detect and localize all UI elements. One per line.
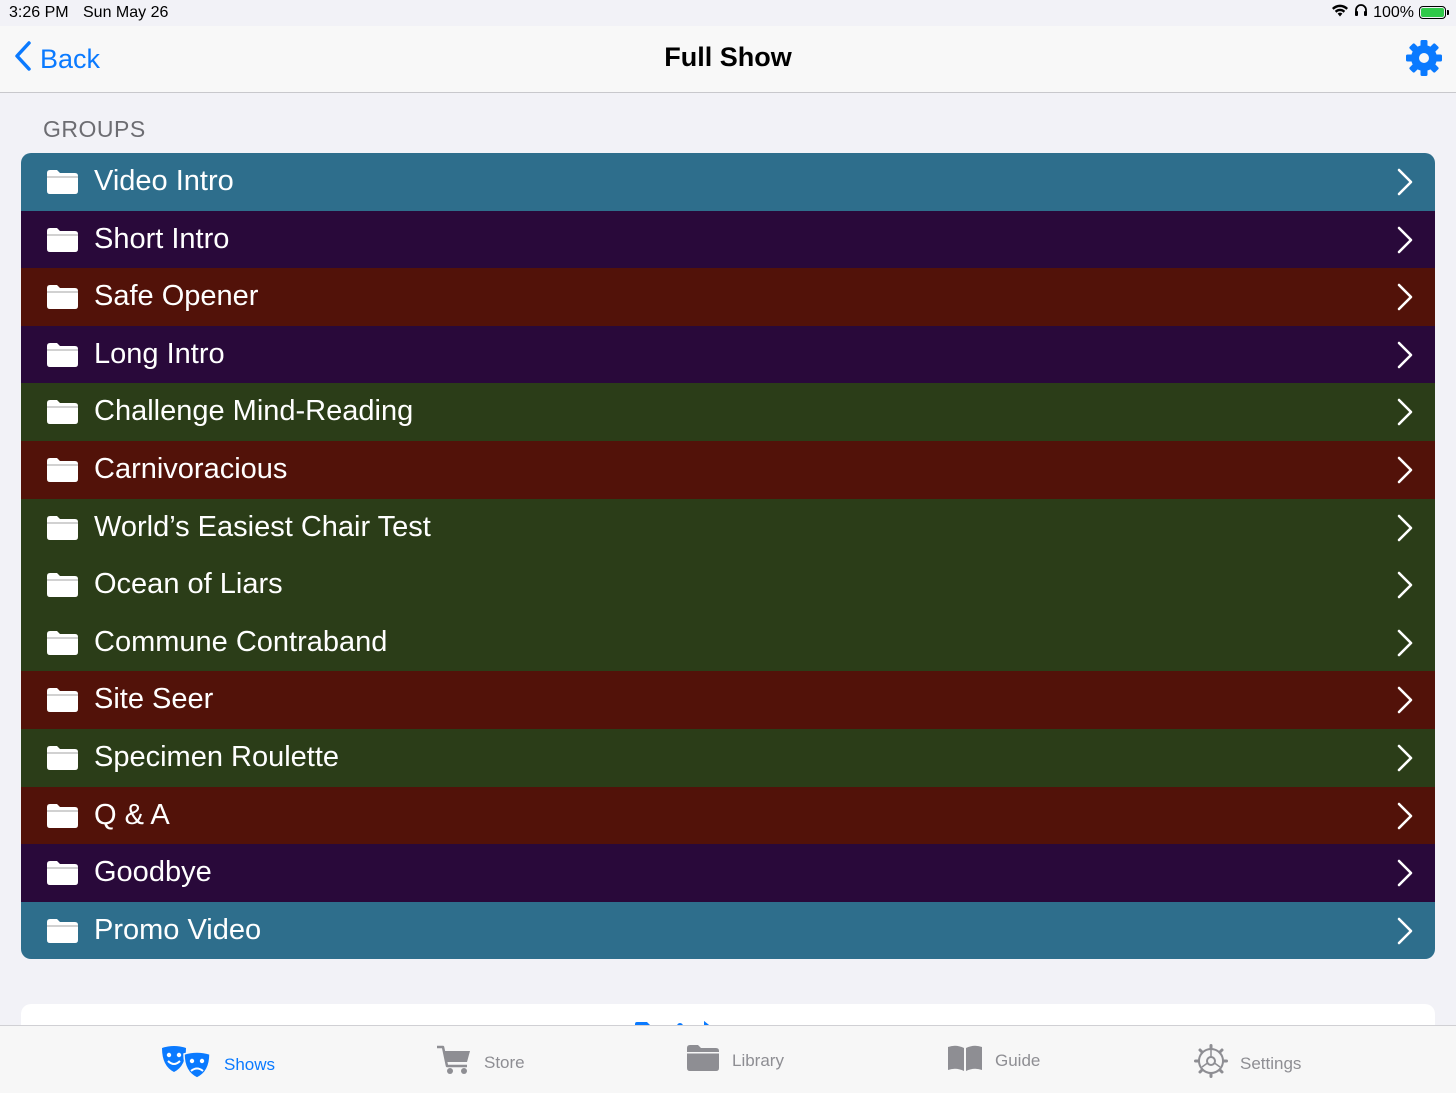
tab-shows[interactable]: Shows bbox=[160, 1044, 275, 1085]
group-row[interactable]: Challenge Mind-Reading bbox=[21, 383, 1435, 441]
folder-icon bbox=[45, 860, 79, 891]
chevron-right-icon bbox=[1395, 685, 1415, 720]
folder-icon bbox=[45, 457, 79, 488]
chevron-right-icon bbox=[1395, 628, 1415, 663]
folder-icon bbox=[45, 803, 79, 834]
folder-icon bbox=[45, 630, 79, 661]
group-label: Ocean of Liars bbox=[94, 568, 283, 601]
group-label: Q & A bbox=[94, 798, 170, 831]
tab-store[interactable]: Store bbox=[436, 1044, 525, 1081]
group-label: Long Intro bbox=[94, 337, 225, 370]
folder-icon bbox=[45, 918, 79, 949]
tab-label-store: Store bbox=[484, 1052, 525, 1072]
chevron-right-icon bbox=[1395, 916, 1415, 951]
group-label: Specimen Roulette bbox=[94, 740, 340, 773]
groups-list: Video Intro Short Intro Safe Opener Long… bbox=[21, 153, 1435, 960]
group-row[interactable]: Specimen Roulette bbox=[21, 728, 1435, 787]
group-row[interactable]: Goodbye bbox=[21, 844, 1435, 902]
page-title: Full Show bbox=[664, 42, 792, 72]
folder-icon bbox=[45, 687, 79, 718]
group-label: Challenge Mind-Reading bbox=[94, 395, 414, 428]
group-row[interactable]: Short Intro bbox=[21, 210, 1435, 269]
group-row[interactable]: Promo Video bbox=[21, 901, 1435, 960]
group-label: Carnivoracious bbox=[94, 452, 288, 485]
group-label: Goodbye bbox=[94, 856, 212, 889]
chevron-right-icon bbox=[1395, 858, 1415, 893]
group-row[interactable]: Site Seer bbox=[21, 671, 1435, 729]
group-label: Video Intro bbox=[94, 165, 234, 197]
battery-icon bbox=[1419, 6, 1449, 19]
chevron-right-icon bbox=[1395, 225, 1415, 260]
chevron-right-icon bbox=[1395, 397, 1415, 432]
group-label: World’s Easiest Chair Test bbox=[94, 510, 431, 543]
group-label: Promo Video bbox=[94, 913, 262, 946]
chevron-right-icon bbox=[1395, 743, 1415, 778]
group-row[interactable]: Commune Contraband bbox=[21, 613, 1435, 672]
navigation-bar: Back Full Show bbox=[0, 26, 1456, 93]
tab-label-library: Library bbox=[732, 1050, 784, 1070]
theater-masks-icon bbox=[160, 1044, 212, 1085]
book-icon bbox=[947, 1044, 983, 1077]
status-indicators: 100% bbox=[1331, 3, 1449, 22]
folder-icon bbox=[45, 284, 79, 315]
group-row[interactable]: Carnivoracious bbox=[21, 440, 1435, 499]
folder-icon bbox=[45, 572, 79, 603]
tab-label-shows: Shows bbox=[224, 1054, 276, 1074]
tab-guide[interactable]: Guide bbox=[947, 1044, 1040, 1077]
gear-icon bbox=[1194, 1044, 1228, 1083]
group-row[interactable]: Video Intro bbox=[21, 153, 1435, 211]
folder-icon bbox=[45, 227, 79, 258]
group-row[interactable]: Long Intro bbox=[21, 325, 1435, 384]
group-row[interactable]: Safe Opener bbox=[21, 268, 1435, 326]
section-header-groups: GROUPS bbox=[43, 116, 146, 142]
chevron-right-icon bbox=[1395, 455, 1415, 490]
status-time: 3:26 PM bbox=[9, 4, 69, 21]
group-label: Site Seer bbox=[94, 683, 214, 716]
group-label: Safe Opener bbox=[94, 280, 259, 313]
folder-icon bbox=[45, 515, 79, 546]
status-bar: 3:26 PM Sun May 26 100% bbox=[0, 0, 1456, 26]
wifi-icon bbox=[1331, 3, 1349, 22]
group-row[interactable]: Q & A bbox=[21, 786, 1435, 845]
tab-library[interactable]: Library bbox=[686, 1044, 784, 1077]
settings-button[interactable] bbox=[1404, 38, 1444, 83]
group-label: Short Intro bbox=[94, 222, 230, 255]
group-row[interactable]: World’s Easiest Chair Test bbox=[21, 498, 1435, 557]
chevron-right-icon bbox=[1395, 340, 1415, 375]
gear-icon bbox=[1404, 40, 1444, 82]
chevron-right-icon bbox=[1395, 167, 1415, 202]
tab-bar: Shows Store Library Guide Settings bbox=[0, 1025, 1456, 1093]
group-row[interactable]: Ocean of Liars bbox=[21, 556, 1435, 614]
folder-icon bbox=[686, 1044, 720, 1077]
headphones-icon bbox=[1354, 3, 1368, 22]
folder-icon bbox=[45, 169, 79, 200]
folder-icon bbox=[45, 745, 79, 776]
battery-percent: 100% bbox=[1373, 3, 1414, 21]
chevron-right-icon bbox=[1395, 282, 1415, 317]
chevron-right-icon bbox=[1395, 570, 1415, 605]
tab-label-guide: Guide bbox=[995, 1050, 1041, 1070]
tab-settings[interactable]: Settings bbox=[1194, 1044, 1301, 1083]
status-date: Sun May 26 bbox=[83, 4, 169, 21]
folder-icon bbox=[45, 342, 79, 373]
cart-icon bbox=[436, 1044, 472, 1081]
folder-icon bbox=[45, 399, 79, 430]
group-label: Commune Contraband bbox=[94, 625, 388, 658]
tab-label-settings: Settings bbox=[1240, 1053, 1302, 1073]
chevron-right-icon bbox=[1395, 801, 1415, 836]
chevron-right-icon bbox=[1395, 513, 1415, 548]
